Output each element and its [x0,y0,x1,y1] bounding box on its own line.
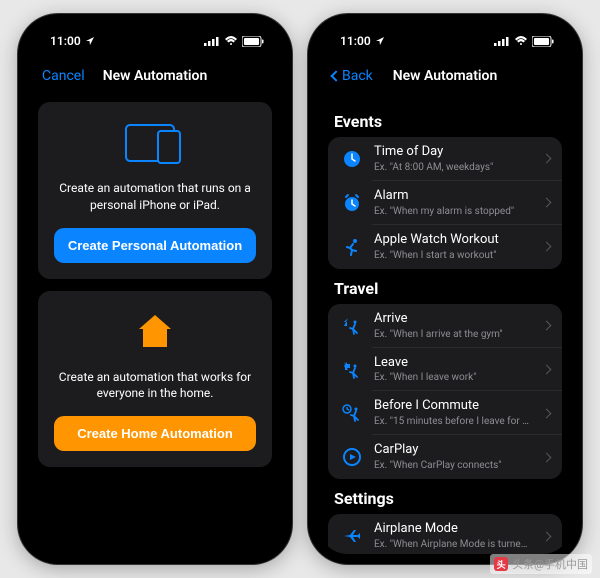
chevron-right-icon [542,242,552,252]
list-item-title: Time of Day [374,144,533,161]
notch [95,14,215,36]
list-item-sub: Ex. "When CarPlay connects" [374,459,533,472]
chevron-right-icon [542,531,552,541]
list-item-time-of-day[interactable]: Time of Day Ex. "At 8:00 AM, weekdays" [328,137,562,181]
list-item-title: Apple Watch Workout [374,232,533,249]
list-item-airplane-mode[interactable]: Airplane Mode Ex. "When Airplane Mode is… [328,514,562,554]
chevron-right-icon [542,154,552,164]
list-item-sub: Ex. "When Airplane Mode is turned on" [374,538,533,551]
list-item-title: Arrive [374,311,533,328]
watermark-text: 头条@手机中国 [512,556,588,572]
nav-bar: Cancel New Automation [28,58,282,94]
wifi-icon [514,36,528,46]
chevron-right-icon [542,408,552,418]
list-item-sub: Ex. "When I arrive at the gym" [374,328,533,341]
battery-icon [242,36,264,47]
nav-bar: Back New Automation [318,58,572,94]
section-header-travel: Travel [328,269,562,304]
location-arrow-icon [85,36,95,46]
chevron-right-icon [542,198,552,208]
cancel-button[interactable]: Cancel [42,68,85,84]
battery-icon [532,36,554,47]
nav-title: New Automation [103,68,208,84]
list-item-arrive[interactable]: Arrive Ex. "When I arrive at the gym" [328,304,562,348]
personal-automation-card: Create an automation that runs on a pers… [38,102,272,279]
wifi-icon [224,36,238,46]
back-label: Back [342,68,373,84]
create-personal-automation-button[interactable]: Create Personal Automation [54,228,256,263]
content-area: Create an automation that runs on a pers… [28,94,282,554]
screen: 11:00 Cancel New Automation [28,24,282,554]
home-desc: Create an automation that works for ever… [54,369,256,403]
travel-list: Arrive Ex. "When I arrive at the gym" Le… [328,304,562,480]
signal-icon [494,36,510,46]
leave-icon [340,358,364,382]
list-item-sub: Ex. "15 minutes before I leave for work" [374,415,533,428]
screen: 11:00 Back New Automation Events [318,24,572,554]
location-arrow-icon [375,36,385,46]
signal-icon [204,36,220,46]
list-item-sub: Ex. "When I leave work" [374,371,533,384]
list-item-before-commute[interactable]: Before I Commute Ex. "15 minutes before … [328,391,562,435]
watermark-logo-icon: 头 [494,557,508,571]
personal-desc: Create an automation that runs on a pers… [54,180,256,214]
chevron-right-icon [542,321,552,331]
section-header-events: Events [328,102,562,137]
phone-mockup-right: 11:00 Back New Automation Events [308,14,582,564]
airplane-icon [340,524,364,548]
commute-icon [340,401,364,425]
list-item-leave[interactable]: Leave Ex. "When I leave work" [328,348,562,392]
list-item-title: Airplane Mode [374,521,533,538]
phone-mockup-left: 11:00 Cancel New Automation [18,14,292,564]
arrive-icon [340,314,364,338]
home-automation-card: Create an automation that works for ever… [38,291,272,468]
settings-list: Airplane Mode Ex. "When Airplane Mode is… [328,514,562,554]
list-item-sub: Ex. "At 8:00 AM, weekdays" [374,161,533,174]
workout-icon [340,235,364,259]
watermark: 头 头条@手机中国 [490,554,592,574]
create-home-automation-button[interactable]: Create Home Automation [54,416,256,451]
list-item-title: Before I Commute [374,398,533,415]
clock-icon [340,147,364,171]
chevron-right-icon [542,452,552,462]
events-list: Time of Day Ex. "At 8:00 AM, weekdays" A… [328,137,562,269]
carplay-icon [340,445,364,469]
devices-icon [120,120,190,166]
list-item-title: CarPlay [374,442,533,459]
list-item-title: Alarm [374,188,533,205]
nav-title: New Automation [393,68,498,84]
back-button[interactable]: Back [332,68,373,84]
list-item-carplay[interactable]: CarPlay Ex. "When CarPlay connects" [328,435,562,479]
list-item-sub: Ex. "When my alarm is stopped" [374,205,533,218]
status-time: 11:00 [340,34,371,48]
notch [385,14,505,36]
list-item-title: Leave [374,355,533,372]
alarm-icon [340,191,364,215]
chevron-right-icon [542,365,552,375]
home-icon [135,309,175,355]
list-item-sub: Ex. "When I start a workout" [374,249,533,262]
status-time: 11:00 [50,34,81,48]
list-item-workout[interactable]: Apple Watch Workout Ex. "When I start a … [328,225,562,269]
list-item-alarm[interactable]: Alarm Ex. "When my alarm is stopped" [328,181,562,225]
chevron-left-icon [330,70,341,81]
content-area: Events Time of Day Ex. "At 8:00 AM, week… [318,94,572,554]
section-header-settings: Settings [328,479,562,514]
